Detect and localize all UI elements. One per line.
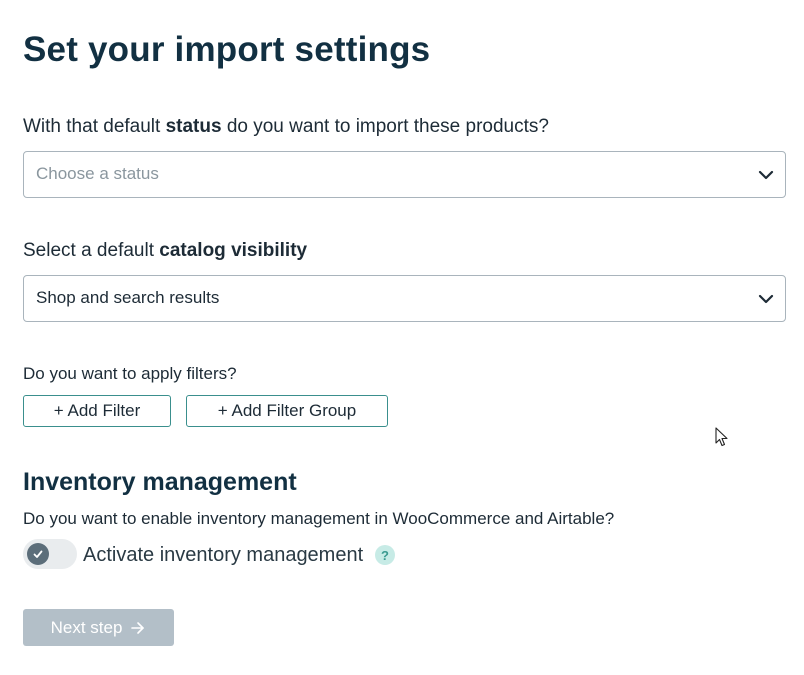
inventory-toggle-label[interactable]: Activate inventory management: [83, 544, 363, 567]
add-filter-group-button[interactable]: + Add Filter Group: [186, 395, 388, 427]
check-icon: [33, 550, 43, 558]
arrow-right-icon: [131, 621, 145, 634]
visibility-select[interactable]: Shop and search results: [23, 275, 786, 322]
toggle-knob: [27, 543, 49, 565]
inventory-heading: Inventory management: [23, 468, 297, 496]
add-filter-button[interactable]: + Add Filter: [23, 395, 171, 427]
visibility-question-label: Select a default catalog visibility: [23, 240, 308, 261]
inventory-description: Do you want to enable inventory manageme…: [23, 509, 615, 528]
status-select[interactable]: Choose a status: [23, 151, 786, 198]
next-step-button[interactable]: Next step: [23, 609, 174, 646]
filters-label: Do you want to apply filters?: [23, 364, 237, 383]
help-icon[interactable]: ?: [375, 545, 395, 565]
chevron-down-icon: [758, 294, 774, 304]
page-title: Set your import settings: [23, 30, 431, 69]
mouse-cursor-icon: [715, 427, 728, 447]
chevron-down-icon: [758, 170, 774, 180]
inventory-toggle[interactable]: [23, 539, 77, 569]
visibility-select-value: Shop and search results: [36, 288, 220, 307]
status-question-label: With that default status do you want to …: [23, 116, 549, 137]
next-step-label: Next step: [50, 617, 123, 637]
status-select-placeholder: Choose a status: [36, 164, 159, 183]
